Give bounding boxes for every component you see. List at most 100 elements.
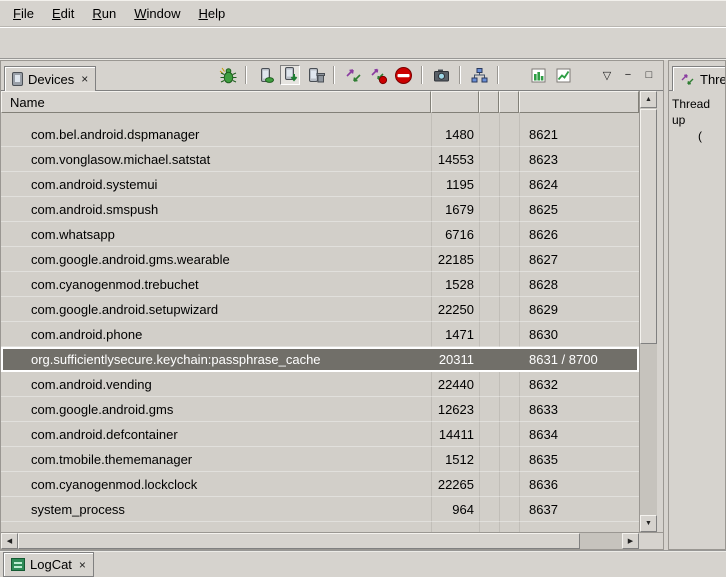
process-grid: Name com.bel.android.dspmanager 1480 <box>1 91 639 532</box>
process-name: com.android.vending <box>1 377 431 392</box>
process-name: com.google.android.gms <box>1 402 431 417</box>
logcat-tab-icon <box>11 558 25 571</box>
sysinfo-table-icon[interactable] <box>528 65 548 85</box>
toolbar-separator <box>245 66 247 84</box>
scroll-up-button[interactable]: ▲ <box>640 91 657 108</box>
table-row[interactable]: com.android.vending 22440 8632 <box>1 372 639 397</box>
process-port: 8621 <box>519 127 639 142</box>
process-pid: 22440 <box>431 377 479 392</box>
table-row[interactable]: com.vonglasow.michael.satstat 14553 8623 <box>1 147 639 172</box>
process-pid: 22265 <box>431 477 479 492</box>
minimize-icon[interactable]: − <box>620 65 636 85</box>
threads-view: Threa Thread up ( <box>668 60 726 550</box>
process-port: 8635 <box>519 452 639 467</box>
table-row[interactable]: com.google.android.setupwizard 22250 862… <box>1 297 639 322</box>
view-hierarchy-icon[interactable] <box>469 65 489 85</box>
stop-process-icon[interactable] <box>393 65 413 85</box>
process-pid: 6716 <box>431 227 479 242</box>
devices-table: Name com.bel.android.dspmanager 1480 <box>1 91 663 532</box>
table-row[interactable]: com.android.smspush 1679 8625 <box>1 197 639 222</box>
dump-hprof-icon[interactable] <box>280 65 300 85</box>
process-name: com.android.smspush <box>1 202 431 217</box>
table-row[interactable]: com.google.android.gms 12623 8633 <box>1 397 639 422</box>
threads-status-text: ( <box>672 128 722 144</box>
process-name: com.android.phone <box>1 327 431 342</box>
sysinfo-chart-icon[interactable] <box>553 65 573 85</box>
process-port: 8637 <box>519 502 639 517</box>
process-pid: 964 <box>431 502 479 517</box>
threads-tabbar: Threa <box>669 61 725 91</box>
threads-tab-icon <box>680 72 695 87</box>
column-header-heap[interactable] <box>479 91 499 113</box>
scrollbar-corner <box>639 533 663 549</box>
logcat-tabbar: LogCat × <box>0 550 726 577</box>
vertical-scrollbar[interactable]: ▲ ▼ <box>639 91 657 532</box>
close-icon[interactable]: × <box>77 560 86 570</box>
update-threads-icon[interactable] <box>343 65 363 85</box>
process-name: com.google.android.gms.wearable <box>1 252 431 267</box>
table-row[interactable]: com.bel.android.dspmanager 1480 8621 <box>1 122 639 147</box>
column-header-name[interactable]: Name <box>1 91 431 113</box>
process-pid: 20311 <box>431 352 479 367</box>
vertical-scroll-thumb[interactable] <box>640 109 657 344</box>
menu-item[interactable]: Edit <box>43 2 83 25</box>
column-header-pid[interactable] <box>431 91 479 113</box>
process-pid: 1480 <box>431 127 479 142</box>
process-pid: 12623 <box>431 402 479 417</box>
toolbar-separator <box>459 66 461 84</box>
debug-process-icon[interactable] <box>217 65 237 85</box>
tab-devices[interactable]: Devices × <box>4 66 96 91</box>
devices-view: Devices × <box>0 60 664 550</box>
horizontal-scroll-thumb[interactable] <box>18 533 580 549</box>
process-name: com.android.defcontainer <box>1 427 431 442</box>
table-row[interactable]: com.whatsapp 6716 8626 <box>1 222 639 247</box>
toolbar-separator <box>497 66 499 84</box>
main-toolbar <box>0 27 726 60</box>
tab-logcat[interactable]: LogCat × <box>3 552 94 577</box>
close-icon[interactable]: × <box>79 74 88 84</box>
toolbar-separator <box>333 66 335 84</box>
table-row[interactable]: com.android.defcontainer 14411 8634 <box>1 422 639 447</box>
scroll-left-button[interactable]: ◀ <box>1 533 18 549</box>
process-pid: 14553 <box>431 152 479 167</box>
threads-content: Thread up ( <box>669 91 725 149</box>
devices-tab-icon <box>12 72 23 86</box>
threads-tab-label: Threa <box>700 72 726 87</box>
view-menu-icon[interactable]: ▽ <box>599 65 615 85</box>
process-name: com.whatsapp <box>1 227 431 242</box>
table-row[interactable]: com.tmobile.thememanager 1512 8635 <box>1 447 639 472</box>
maximize-icon[interactable]: □ <box>641 65 657 85</box>
devices-tabbar: Devices × <box>1 61 663 91</box>
tab-threads[interactable]: Threa <box>672 66 726 91</box>
table-row[interactable]: system_process 964 8637 <box>1 497 639 522</box>
stop-method-profiling-icon[interactable] <box>368 65 388 85</box>
column-header-port[interactable] <box>519 91 639 113</box>
table-row[interactable]: org.sufficientlysecure.keychain:passphra… <box>1 347 639 372</box>
column-header-threads[interactable] <box>499 91 519 113</box>
update-heap-icon[interactable] <box>255 65 275 85</box>
table-row[interactable]: com.google.android.gms.wearable 22185 86… <box>1 247 639 272</box>
process-pid: 1195 <box>431 177 479 192</box>
main-area: Devices × <box>0 60 726 550</box>
horizontal-scroll-track[interactable] <box>18 533 622 549</box>
table-row[interactable]: com.cyanogenmod.lockclock 22265 8636 <box>1 472 639 497</box>
process-pid: 1512 <box>431 452 479 467</box>
table-row[interactable]: com.android.phone 1471 8630 <box>1 322 639 347</box>
screen-capture-icon[interactable] <box>431 65 451 85</box>
vertical-scroll-track[interactable] <box>640 108 657 515</box>
cause-gc-icon[interactable] <box>305 65 325 85</box>
process-name: com.cyanogenmod.lockclock <box>1 477 431 492</box>
threads-status-text: Thread up <box>672 96 722 128</box>
table-row[interactable]: com.android.systemui 1195 8624 <box>1 172 639 197</box>
logcat-tab-label: LogCat <box>30 557 72 572</box>
process-pid: 1471 <box>431 327 479 342</box>
process-name: com.tmobile.thememanager <box>1 452 431 467</box>
horizontal-scrollbar[interactable]: ◀ ▶ <box>1 533 639 549</box>
table-row[interactable]: com.cyanogenmod.trebuchet 1528 8628 <box>1 272 639 297</box>
menu-item[interactable]: Window <box>125 2 189 25</box>
menu-item[interactable]: Run <box>83 2 125 25</box>
scroll-right-button[interactable]: ▶ <box>622 533 639 549</box>
scroll-down-button[interactable]: ▼ <box>640 515 657 532</box>
menu-item[interactable]: File <box>4 2 43 25</box>
menu-item[interactable]: Help <box>189 2 234 25</box>
